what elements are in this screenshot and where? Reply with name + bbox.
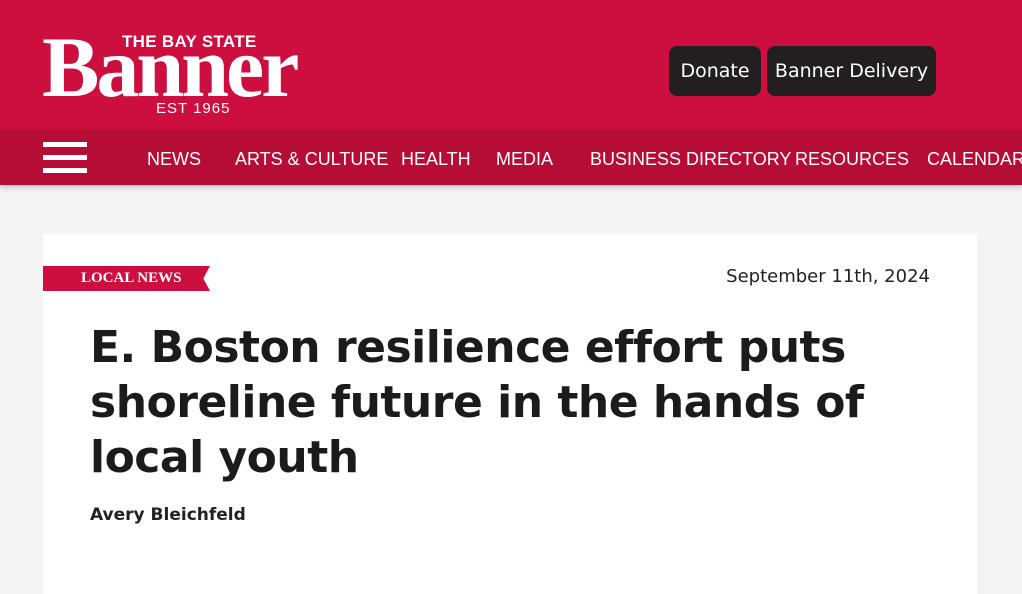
nav-item-arts-culture[interactable]: ARTS & CULTURE — [235, 130, 388, 185]
site-logo[interactable]: Banner THE BAY STATE EST 1965 — [42, 24, 362, 121]
article-date: September 11th, 2024 — [726, 266, 930, 287]
main-nav: NEWS ARTS & CULTURE HEALTH MEDIA BUSINES… — [0, 130, 1022, 185]
nav-item-media[interactable]: MEDIA — [496, 130, 553, 185]
nav-item-health[interactable]: HEALTH — [401, 130, 471, 185]
article-author[interactable]: Avery Bleichfeld — [90, 505, 246, 525]
category-tag[interactable]: LOCAL NEWS — [43, 266, 210, 291]
site-header: Banner THE BAY STATE EST 1965 Donate Ban… — [0, 0, 1022, 130]
article-card: LOCAL NEWS September 11th, 2024 E. Bosto… — [43, 234, 977, 594]
article-title: E. Boston resilience effort puts shoreli… — [90, 322, 864, 483]
nav-item-business-directory[interactable]: BUSINESS DIRECTORY — [590, 130, 791, 185]
logo-est-text: EST 1965 — [156, 100, 231, 117]
logo-top-text: THE BAY STATE — [122, 32, 257, 51]
nav-item-calendar[interactable]: CALENDAR — [927, 130, 1022, 185]
hamburger-menu-icon[interactable] — [43, 142, 87, 174]
banner-delivery-button[interactable]: Banner Delivery — [767, 46, 936, 96]
donate-button[interactable]: Donate — [669, 46, 761, 96]
nav-item-resources[interactable]: RESOURCES — [795, 130, 909, 185]
nav-item-news[interactable]: NEWS — [147, 130, 201, 185]
